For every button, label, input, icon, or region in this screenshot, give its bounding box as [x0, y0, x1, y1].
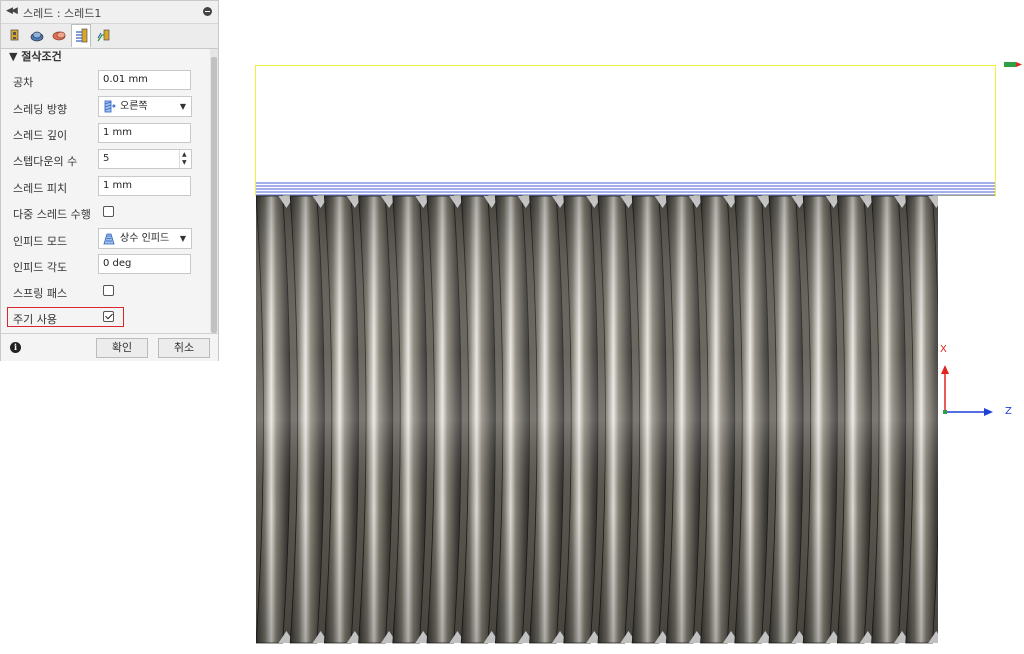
toolpath-lines: [256, 182, 995, 196]
use-cycle-label: 주기 사용: [13, 313, 57, 326]
multiple-threads-checkbox[interactable]: [103, 206, 114, 217]
thread-depth-label: 스레드 깊이: [13, 129, 68, 142]
threading-direction-label: 스레딩 방향: [13, 103, 68, 116]
constant-infeed-icon: [102, 232, 116, 252]
spring-pass-label: 스프링 패스: [13, 287, 68, 300]
passes-icon: [76, 28, 88, 43]
dialog-title: 스레드 : 스레드1: [23, 7, 102, 20]
infeed-angle-label: 인피드 각도: [13, 261, 68, 274]
infeed-mode-value: 상수 인피드: [120, 233, 170, 244]
tolerance-label: 공차: [13, 76, 34, 89]
spin-up-icon[interactable]: ▲: [182, 152, 187, 158]
chevron-down-icon: ▼: [179, 234, 186, 243]
workpiece-shading: [256, 196, 938, 643]
dialog-titlebar: ◀◀ 스레드 : 스레드1: [1, 1, 218, 24]
origin-marker: [943, 410, 947, 414]
thread-depth-input[interactable]: 1 mm: [98, 123, 191, 143]
tab-heights[interactable]: [49, 25, 69, 46]
use-cycle-checkbox[interactable]: [103, 311, 114, 322]
infeed-angle-input[interactable]: 0 deg: [98, 254, 191, 274]
thread-scene: [255, 62, 1022, 644]
stepdowns-label: 스텝다운의 수: [13, 155, 78, 168]
x-axis-arrow-icon: [941, 365, 949, 374]
thread-pitch-input[interactable]: 1 mm: [98, 176, 191, 196]
stepdowns-spinner[interactable]: 5 ▲ ▼: [98, 149, 192, 169]
threading-direction-dropdown[interactable]: 오른쪽 ▼: [98, 96, 192, 117]
info-icon[interactable]: i: [10, 342, 21, 353]
tool-icon: [10, 29, 19, 41]
thread-notch: [962, 631, 978, 643]
dialog-footer: i 확인 취소: [1, 333, 218, 361]
tab-linking[interactable]: [93, 25, 113, 46]
spring-pass-checkbox[interactable]: [103, 285, 114, 296]
ok-button[interactable]: 확인: [96, 338, 148, 358]
tool-marker-icon[interactable]: [1004, 62, 1022, 67]
heights-icon: [52, 31, 66, 41]
close-dialog-icon[interactable]: [203, 7, 212, 16]
right-hand-thread-icon: [102, 100, 116, 120]
tab-passes[interactable]: [71, 24, 91, 47]
linking-icon: [97, 29, 110, 42]
threading-direction-value: 오른쪽: [120, 101, 148, 112]
multiple-threads-label: 다중 스레드 수행: [13, 208, 91, 221]
infeed-mode-dropdown[interactable]: 상수 인피드 ▼: [98, 228, 192, 249]
thread-notch: [962, 196, 978, 208]
axis-triad: [941, 365, 993, 416]
infeed-mode-label: 인피드 모드: [13, 235, 68, 248]
tab-tool[interactable]: [5, 25, 25, 46]
dialog-scrollbar[interactable]: [210, 49, 218, 333]
graphics-viewport[interactable]: X Z: [230, 40, 1024, 651]
stepdowns-value: 5: [103, 153, 110, 164]
dialog-content: ▼ 절삭조건 공차 0.01 mm 스레딩 방향 오른쪽 ▼ 스레드 깊이 1 …: [1, 49, 209, 332]
x-axis-label: X: [940, 344, 947, 355]
thread-pitch-label: 스레드 피치: [13, 182, 68, 195]
geometry-icon: [30, 31, 44, 42]
z-axis-arrow-icon: [984, 408, 993, 416]
tab-geometry[interactable]: [27, 25, 47, 46]
thread-ridge: [940, 196, 974, 643]
chevron-down-icon: ▼: [179, 102, 186, 111]
collapse-panel-icon[interactable]: ◀◀: [6, 6, 18, 16]
dialog-tabs: [1, 24, 218, 49]
z-axis-label: Z: [1005, 406, 1012, 417]
scrollbar-thumb[interactable]: [211, 57, 217, 333]
spinner-buttons: ▲ ▼: [179, 150, 191, 168]
section-passes-header[interactable]: ▼ 절삭조건: [9, 49, 62, 64]
spin-down-icon[interactable]: ▼: [182, 160, 187, 166]
tolerance-input[interactable]: 0.01 mm: [98, 70, 191, 90]
section-collapse-icon: ▼: [9, 50, 22, 63]
thread-dialog: ◀◀ 스레드 : 스레드1 ▼ 절삭조건 공차 0.01 mm 스레딩 방향 오…: [0, 0, 219, 361]
stock-outline: [255, 65, 996, 196]
thread-ridge: [256, 370, 257, 469]
cancel-button[interactable]: 취소: [158, 338, 210, 358]
